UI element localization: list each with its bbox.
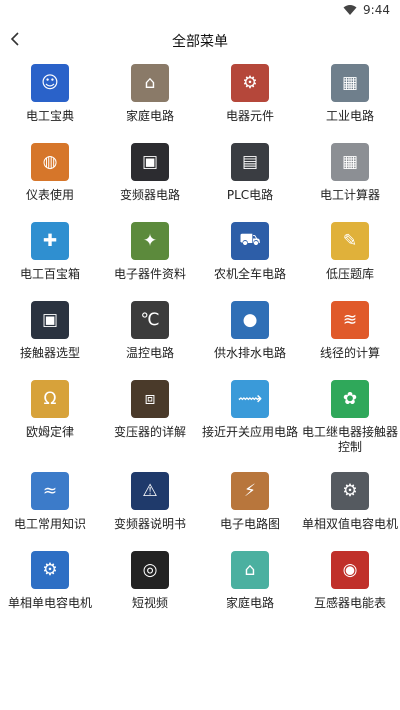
menu-item[interactable]: ▦ 工业电路 [300, 62, 400, 141]
menu-item-label: 电工百宝箱 [19, 267, 80, 281]
menu-item-label: 单相单电容电机 [7, 596, 92, 610]
menu-item-label: 欧姆定律 [25, 425, 74, 439]
toolbox-icon: ✚ [31, 222, 69, 260]
house-icon: ⌂ [231, 551, 269, 589]
electronic-parts-icon: ✦ [131, 222, 169, 260]
menu-grid: ☺ 电工宝典 ⌂ 家庭电路 ⚙ 电器元件 ▦ 工业电路 ◍ 仪表使用 ▣ 变频器电路 ▤ PLC电路 ▦ 电工… [0, 62, 400, 628]
menu-item[interactable]: ⌂ 家庭电路 [100, 62, 200, 141]
menu-item-label: 互感器电能表 [313, 596, 386, 610]
menu-item-label: 供水排水电路 [213, 346, 286, 360]
status-right: 9:44 [343, 3, 390, 17]
menu-item[interactable]: ⚠ 变频器说明书 [100, 470, 200, 549]
menu-item[interactable]: ◉ 互感器电能表 [300, 549, 400, 628]
current-transformer-icon: ◉ [331, 551, 369, 589]
menu-item-label: 变频器电路 [119, 188, 180, 202]
menu-item-label: 电工宝典 [25, 109, 74, 123]
thermostat-icon: ℃ [131, 301, 169, 339]
float-switch-icon: ● [231, 301, 269, 339]
menu-item[interactable]: ✚ 电工百宝箱 [0, 220, 100, 299]
components-icon: ⚙ [231, 64, 269, 102]
menu-item[interactable]: ⚙ 单相单电容电机 [0, 549, 100, 628]
menu-item[interactable]: ≋ 线径的计算 [300, 299, 400, 378]
menu-item[interactable]: ≈ 电工常用知识 [0, 470, 100, 549]
menu-item[interactable]: ▤ PLC电路 [200, 141, 300, 220]
menu-item-label: 电工计算器 [319, 188, 380, 202]
menu-item[interactable]: ⟿ 接近开关应用电路 [200, 378, 300, 470]
tractor-icon: ⛟ [231, 222, 269, 260]
wire-gauge-icon: ≋ [331, 301, 369, 339]
menu-item[interactable]: ✿ 电工继电器接触器控制 [300, 378, 400, 470]
plc-module-icon: ▤ [231, 143, 269, 181]
control-cabinet-icon: ▦ [331, 64, 369, 102]
menu-item-label: PLC电路 [226, 188, 274, 202]
menu-item-label: 电子电路图 [219, 517, 280, 531]
menu-item-label: 电工继电器接触器控制 [301, 425, 398, 454]
blue-motor-icon: ⚙ [31, 551, 69, 589]
menu-item-label: 仪表使用 [25, 188, 74, 202]
menu-item-label: 短视频 [131, 596, 168, 610]
menu-item-label: 工业电路 [325, 109, 374, 123]
page-title: 全部菜单 [172, 34, 228, 50]
menu-item[interactable]: ☺ 电工宝典 [0, 62, 100, 141]
exam-bank-icon: ✎ [331, 222, 369, 260]
video-reel-icon: ◎ [131, 551, 169, 589]
menu-item-label: 接近开关应用电路 [201, 425, 298, 439]
inverter-icon: ▣ [131, 143, 169, 181]
menu-item-label: 线径的计算 [319, 346, 380, 360]
calculator-icon: ▦ [331, 143, 369, 181]
status-bar: 9:44 [0, 0, 400, 24]
menu-item[interactable]: ◍ 仪表使用 [0, 141, 100, 220]
circuit-parts-icon: ⚡ [231, 472, 269, 510]
menu-item-label: 单相双值电容电机 [301, 517, 398, 531]
wifi-icon [343, 5, 357, 15]
menu-item[interactable]: ⛟ 农机全车电路 [200, 220, 300, 299]
living-room-icon: ⌂ [131, 64, 169, 102]
warning-manual-icon: ⚠ [131, 472, 169, 510]
menu-item[interactable]: ✎ 低压题库 [300, 220, 400, 299]
transformer-icon: ⧈ [131, 380, 169, 418]
menu-item-label: 接触器选型 [19, 346, 80, 360]
menu-item[interactable]: ◎ 短视频 [100, 549, 200, 628]
menu-item-label: 家庭电路 [125, 109, 174, 123]
status-time: 9:44 [363, 3, 390, 17]
menu-item[interactable]: ● 供水排水电路 [200, 299, 300, 378]
menu-item-label: 家庭电路 [225, 596, 274, 610]
menu-item[interactable]: ⚙ 单相双值电容电机 [300, 470, 400, 549]
menu-item-label: 电工常用知识 [13, 517, 86, 531]
ohm-law-wheel-icon: Ω [31, 380, 69, 418]
multimeter-icon: ◍ [31, 143, 69, 181]
menu-item[interactable]: ⧈ 变压器的详解 [100, 378, 200, 470]
menu-item-label: 低压题库 [325, 267, 374, 281]
electrician-mascot-icon: ☺ [31, 64, 69, 102]
menu-item[interactable]: ⚡ 电子电路图 [200, 470, 300, 549]
menu-item[interactable]: ⌂ 家庭电路 [200, 549, 300, 628]
menu-item[interactable]: ▣ 接触器选型 [0, 299, 100, 378]
menu-item[interactable]: ▦ 电工计算器 [300, 141, 400, 220]
app-header: 全部菜单 [0, 24, 400, 56]
relay-palm-icon: ✿ [331, 380, 369, 418]
menu-item-label: 电子器件资料 [113, 267, 186, 281]
menu-item-label: 变频器说明书 [113, 517, 186, 531]
menu-item[interactable]: ✦ 电子器件资料 [100, 220, 200, 299]
menu-item[interactable]: ▣ 变频器电路 [100, 141, 200, 220]
menu-item[interactable]: Ω 欧姆定律 [0, 378, 100, 470]
proximity-switch-icon: ⟿ [231, 380, 269, 418]
contactor-icon: ▣ [31, 301, 69, 339]
menu-item-label: 农机全车电路 [213, 267, 286, 281]
menu-item-label: 温控电路 [125, 346, 174, 360]
menu-item-label: 变压器的详解 [113, 425, 186, 439]
menu-item[interactable]: ℃ 温控电路 [100, 299, 200, 378]
menu-item[interactable]: ⚙ 电器元件 [200, 62, 300, 141]
menu-item-label: 电器元件 [225, 109, 274, 123]
motor-capacitor-icon: ⚙ [331, 472, 369, 510]
knowledge-icon: ≈ [31, 472, 69, 510]
